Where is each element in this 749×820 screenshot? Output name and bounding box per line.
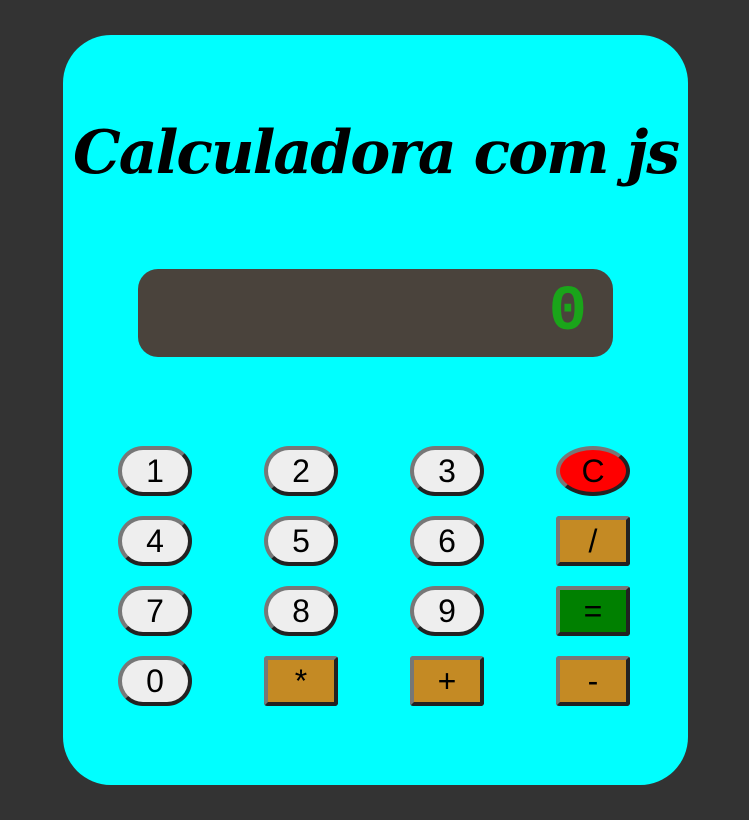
key-0-button[interactable]: 0 (118, 656, 192, 706)
key-4-button[interactable]: 4 (118, 516, 192, 566)
clear-button[interactable]: C (556, 446, 630, 496)
page-title: Calculadora com js (72, 118, 680, 188)
key-1-button[interactable]: 1 (118, 446, 192, 496)
key-9-button[interactable]: 9 (410, 586, 484, 636)
key-7-button[interactable]: 7 (118, 586, 192, 636)
key-8-button[interactable]: 8 (264, 586, 338, 636)
key-6-button[interactable]: 6 (410, 516, 484, 566)
divide-button[interactable]: / (556, 516, 630, 566)
plus-button[interactable]: + (410, 656, 484, 706)
key-2-button[interactable]: 2 (264, 446, 338, 496)
calculator-display: 0 (138, 269, 613, 357)
key-3-button[interactable]: 3 (410, 446, 484, 496)
calculator-body: Calculadora com js 0 1 2 3 C 4 5 6 / 7 8… (63, 35, 688, 785)
minus-button[interactable]: - (556, 656, 630, 706)
multiply-button[interactable]: * (264, 656, 338, 706)
key-5-button[interactable]: 5 (264, 516, 338, 566)
equals-button[interactable]: = (556, 586, 630, 636)
